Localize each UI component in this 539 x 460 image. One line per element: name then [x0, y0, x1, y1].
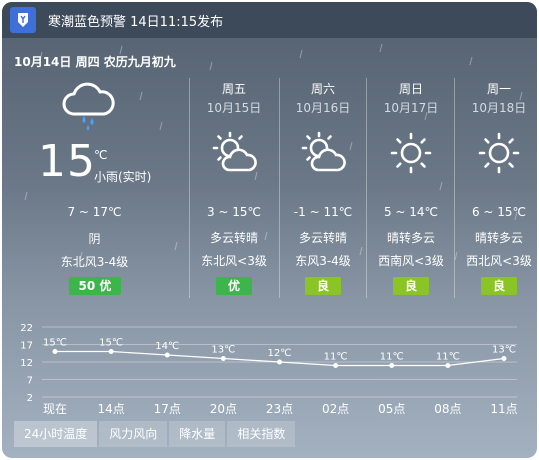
today-condition: 阴 [88, 232, 101, 246]
forecast-weekday: 周五 [221, 82, 246, 96]
date-line: 10月14日 周四 农历九月初九 [14, 55, 176, 69]
data-point [220, 356, 226, 361]
temperature-unit: ℃ [94, 148, 108, 162]
forecast-condition: 多云转晴 [298, 231, 347, 245]
forecast-wind: 西南风<3级 [378, 254, 444, 268]
x-tick-label: 14点 [97, 402, 124, 416]
x-tick-label: 20点 [210, 402, 237, 416]
forecast-date: 10月16日 [295, 101, 351, 115]
forecast-aqi-badge[interactable]: 良 [393, 277, 429, 295]
x-tick-label: 现在 [43, 402, 67, 416]
data-label: 14℃ [155, 341, 179, 352]
x-tick-label: 11点 [490, 402, 517, 416]
forecast-temp-range: 6 ~ 15℃ [471, 205, 527, 219]
y-tick-label: 17 [20, 341, 33, 352]
forecast-weekday: 周一 [486, 82, 511, 96]
forecast-condition: 晴转多云 [474, 231, 523, 245]
sun-icon [390, 132, 432, 174]
partly-cloudy-icon [212, 131, 257, 172]
forecast-weekday: 周六 [310, 82, 335, 96]
x-tick-label: 17点 [154, 402, 181, 416]
forecast-aqi-badge[interactable]: 优 [216, 277, 252, 295]
current-temperature: 15 [38, 136, 96, 187]
forecast-day[interactable]: 周日 10月17日 5 ~ 14℃ 晴转多云 西南风<3级 良 [367, 78, 455, 300]
cloud-rain-icon [62, 82, 115, 131]
today-temp-range: 7 ~ 17℃ [67, 205, 122, 219]
x-tick-label: 23点 [266, 402, 293, 416]
forecast-day[interactable]: 周六 10月16日 -1 ~ 11℃ 多云转晴 东风3-4级 良 [279, 78, 367, 300]
forecast-day[interactable]: 周五 10月15日 3 ~ 15℃ 多云转晴 东北风<3级 优 [190, 78, 278, 300]
data-label: 12℃ [268, 348, 292, 359]
forecast-condition: 晴转多云 [386, 231, 435, 245]
forecast-condition: 多云转晴 [209, 231, 258, 245]
tab-precipitation[interactable]: 降水量 [169, 421, 226, 447]
x-tick-label: 02点 [322, 402, 349, 416]
current-condition: 小雨(实时) [94, 170, 152, 184]
data-point [333, 363, 339, 368]
y-tick-label: 22 [20, 323, 33, 334]
x-tick-label: 08点 [434, 402, 461, 416]
forecast-date: 10月17日 [383, 101, 439, 115]
data-point [108, 349, 114, 354]
data-label: 13℃ [492, 345, 516, 356]
forecast-weekday: 周日 [398, 82, 423, 96]
forecast-wind: 东风3-4级 [295, 254, 351, 268]
forecast-temp-range: -1 ~ 11℃ [293, 205, 353, 219]
today-aqi-badge[interactable]: 50 优 [69, 277, 121, 295]
forecast-temp-range: 5 ~ 14℃ [383, 205, 439, 219]
forecast-aqi-badge[interactable]: 良 [305, 277, 341, 295]
data-label: 11℃ [436, 352, 460, 363]
forecast-date: 10月18日 [471, 101, 527, 115]
y-tick-label: 2 [27, 393, 33, 404]
forecast-wind: 东北风<3级 [201, 254, 267, 268]
tab-related-index[interactable]: 相关指数 [227, 421, 296, 447]
forecast-day[interactable]: 周一 10月18日 6 ~ 15℃ 晴转多云 西北风<3级 良 [455, 78, 537, 300]
data-label: 11℃ [324, 352, 348, 363]
alert-text: 寒潮蓝色预警 14日11:15发布 [48, 14, 224, 30]
weather-card: 寒潮蓝色预警 14日11:15发布 10月14日 周四 农历九月初九 15 ℃ … [2, 2, 537, 458]
data-label: 15℃ [99, 338, 123, 349]
y-tick-label: 12 [20, 358, 33, 369]
data-point [164, 352, 170, 358]
tab-wind[interactable]: 风力风向 [99, 421, 168, 447]
hourly-temperature-chart: 22 17 12 7 2 现在 14点 17点 20点 23点 02点 05点 08点 11点 15℃ 15℃… [20, 323, 517, 416]
cold-wave-warning-icon [10, 7, 36, 33]
partly-cloudy-icon [301, 131, 346, 172]
forecast-wind: 西北风<3级 [466, 254, 532, 268]
alert-bar[interactable]: 寒潮蓝色预警 14日11:15发布 [2, 2, 537, 38]
data-label: 11℃ [380, 352, 404, 363]
chart-tabs: 24小时温度 风力风向 降水量 相关指数 [14, 421, 297, 447]
data-label: 15℃ [43, 338, 67, 349]
data-label: 13℃ [211, 345, 235, 356]
forecast-aqi-badge[interactable]: 良 [481, 277, 517, 295]
today-panel: 15 ℃ 小雨(实时) 7 ~ 17℃ 阴 东北风3-4级 50 优 [2, 72, 187, 300]
y-tick-label: 7 [27, 376, 33, 387]
data-point [501, 356, 507, 361]
tab-24h-temperature[interactable]: 24小时温度 [14, 421, 98, 447]
forecast-date: 10月15日 [206, 101, 262, 115]
data-point [389, 363, 395, 368]
today-wind: 东北风3-4级 [60, 255, 129, 269]
data-point [52, 349, 58, 354]
forecast-temp-range: 3 ~ 15℃ [206, 205, 262, 219]
data-point [445, 363, 451, 368]
data-point [277, 359, 282, 365]
sun-icon [478, 132, 520, 174]
x-tick-label: 05点 [378, 402, 405, 416]
